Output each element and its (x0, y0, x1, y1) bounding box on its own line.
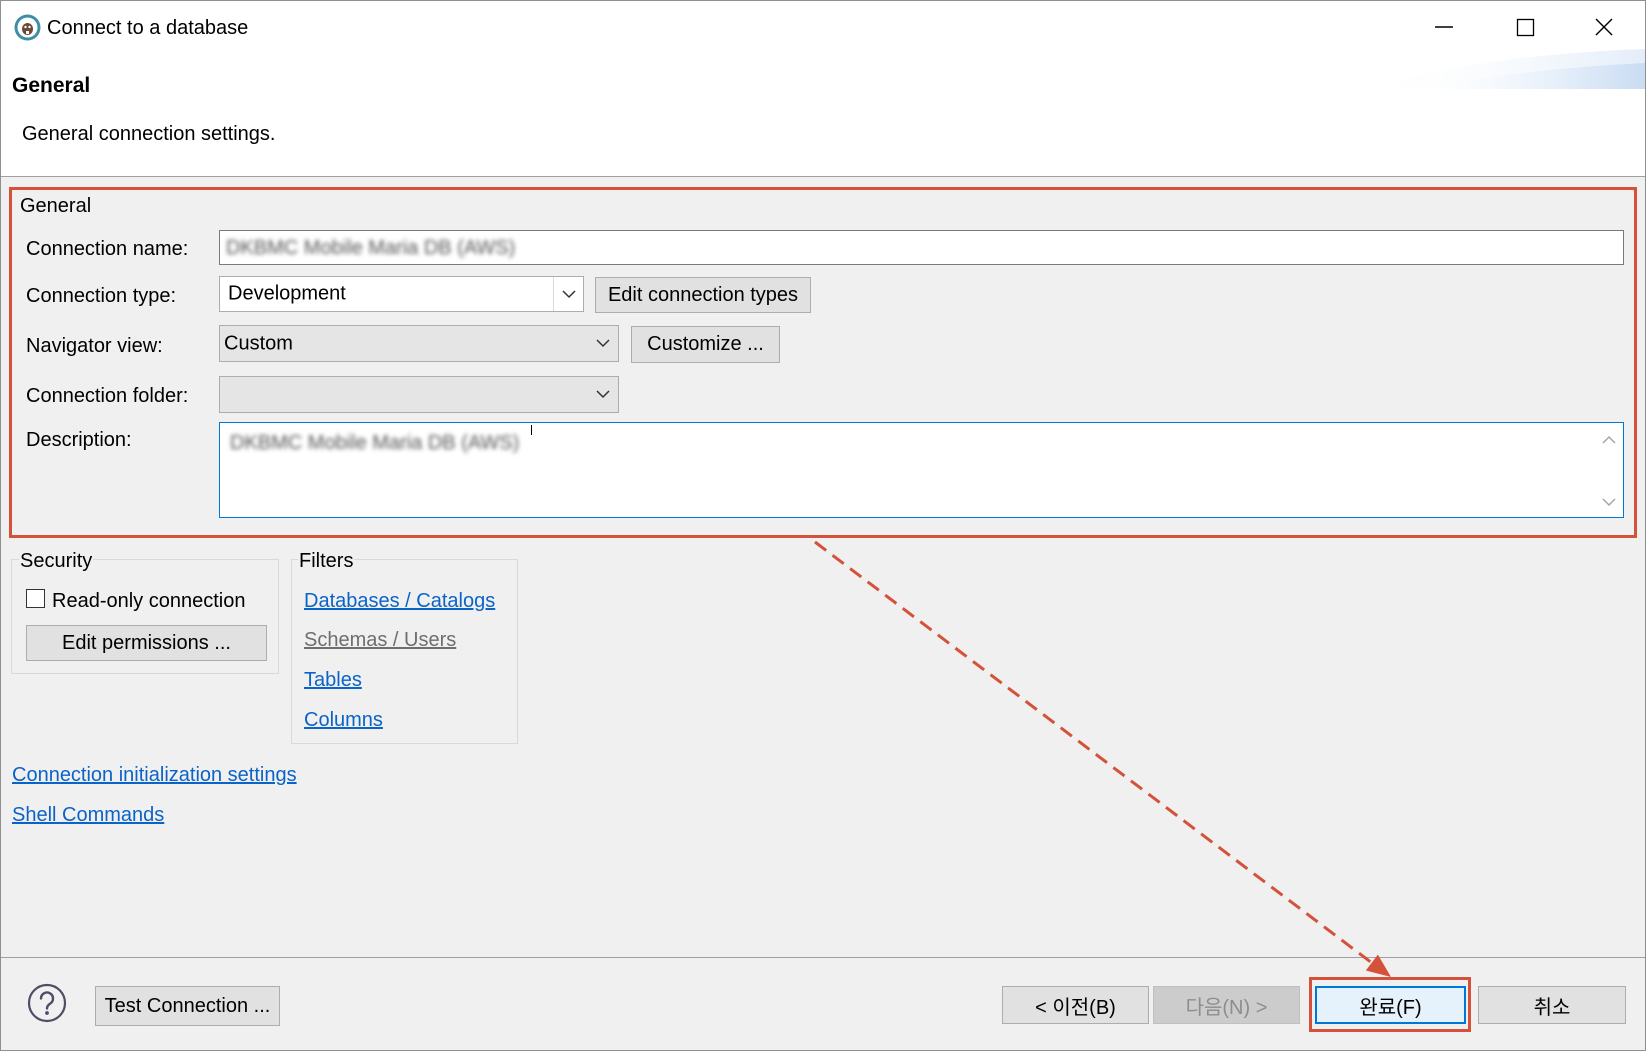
description-textarea[interactable]: DKBMC Mobile Maria DB (AWS) (219, 422, 1624, 518)
filters-group-label: Filters (298, 549, 355, 573)
maximize-icon (1516, 18, 1535, 37)
test-connection-button[interactable]: Test Connection ... (95, 986, 280, 1026)
chevron-down-icon (596, 339, 610, 348)
connection-name-input[interactable]: DKBMC Mobile Maria DB (AWS) (219, 230, 1624, 265)
help-icon[interactable] (27, 983, 67, 1023)
scroll-down-icon[interactable] (1602, 498, 1616, 507)
navigator-view-value: Custom (224, 332, 293, 354)
filter-schemas-link[interactable]: Schemas / Users (304, 628, 456, 652)
connection-init-settings-link[interactable]: Connection initialization settings (12, 763, 297, 787)
connection-folder-label: Connection folder: (26, 385, 189, 407)
shell-commands-link[interactable]: Shell Commands (12, 803, 164, 827)
security-group-label: Security (19, 549, 94, 573)
scroll-up-icon[interactable] (1602, 435, 1616, 444)
filter-databases-link[interactable]: Databases / Catalogs (304, 589, 495, 613)
connect-database-dialog: Connect to a database General General co… (0, 0, 1646, 1051)
edit-connection-types-button[interactable]: Edit connection types (595, 277, 811, 313)
description-label: Description: (26, 429, 132, 451)
read-only-label[interactable]: Read-only connection (52, 589, 245, 613)
navigator-view-label: Navigator view: (26, 335, 163, 357)
connection-type-value: Development (228, 282, 346, 305)
footer-separator (1, 957, 1645, 958)
chevron-down-icon (561, 289, 576, 298)
chevron-down-icon (596, 390, 610, 399)
navigator-view-dropdown-button[interactable] (588, 326, 618, 361)
connection-name-label: Connection name: (26, 238, 189, 260)
description-scrollbar[interactable] (1595, 423, 1623, 517)
general-group-label: General (20, 195, 92, 217)
connection-type-dropdown-button[interactable] (553, 277, 583, 311)
text-caret (531, 425, 532, 435)
cancel-button[interactable]: 취소 (1478, 986, 1626, 1024)
connection-type-label: Connection type: (26, 285, 177, 307)
close-icon (1595, 18, 1613, 36)
connection-folder-dropdown-button[interactable] (588, 377, 618, 412)
description-value: DKBMC Mobile Maria DB (AWS) (230, 432, 520, 454)
connection-type-select[interactable]: Development (219, 276, 584, 312)
read-only-checkbox[interactable] (26, 589, 45, 608)
connection-folder-select[interactable] (219, 376, 619, 413)
header-separator (1, 176, 1645, 177)
header-banner-graphic (1361, 49, 1645, 89)
back-button[interactable]: < 이전(B) (1002, 986, 1149, 1024)
next-button[interactable]: 다음(N) > (1153, 986, 1300, 1024)
filter-tables-link[interactable]: Tables (304, 668, 362, 692)
connection-name-value: DKBMC Mobile Maria DB (AWS) (226, 237, 516, 259)
customize-button[interactable]: Customize ... (631, 326, 780, 363)
edit-permissions-button[interactable]: Edit permissions ... (26, 625, 267, 661)
finish-button[interactable]: 완료(F) (1315, 986, 1466, 1024)
page-description: General connection settings. (22, 123, 276, 145)
navigator-view-select[interactable]: Custom (219, 325, 619, 362)
minimize-button[interactable] (1421, 11, 1467, 43)
close-button[interactable] (1581, 11, 1627, 43)
window-title: Connect to a database (47, 17, 249, 39)
maximize-button[interactable] (1502, 11, 1548, 43)
page-title: General (12, 74, 91, 97)
minimize-icon (1435, 26, 1453, 28)
filter-columns-link[interactable]: Columns (304, 708, 383, 732)
dbeaver-app-icon (14, 14, 41, 41)
